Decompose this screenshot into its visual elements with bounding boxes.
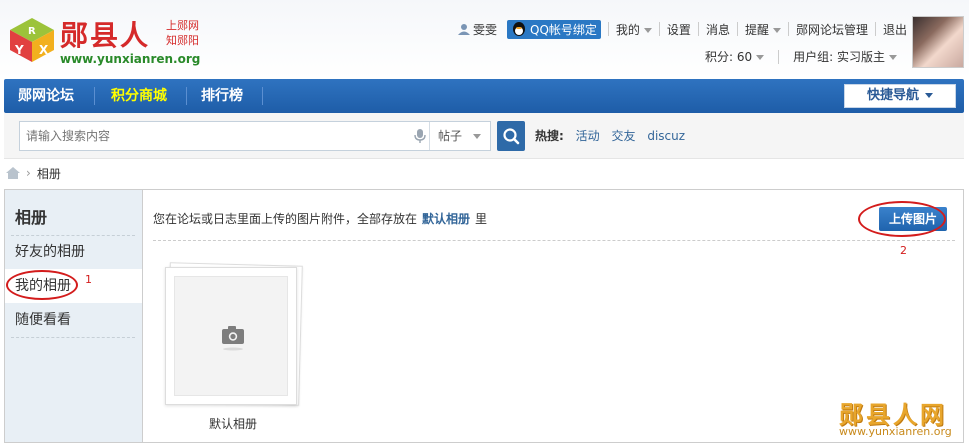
divider bbox=[607, 22, 609, 36]
home-icon[interactable] bbox=[6, 167, 20, 179]
user-group-label: 用户组: 实习版主 bbox=[793, 50, 885, 64]
search-bar: 帖子 热搜: 活动 交友 discuz bbox=[4, 113, 964, 159]
remind-label: 提醒 bbox=[744, 22, 769, 37]
chevron-right-icon: › bbox=[26, 166, 31, 180]
user-toolbar: 雯雯 QQ帐号绑定 我的 设置 消息 提醒 郧网论坛管理 退出 bbox=[457, 18, 907, 40]
search-icon bbox=[503, 128, 520, 145]
logout-link[interactable]: 退出 bbox=[883, 21, 907, 38]
nav-item-forum[interactable]: 郧网论坛 bbox=[18, 79, 74, 113]
divider bbox=[153, 240, 955, 241]
logo-sub-line: 知郧阳 bbox=[166, 34, 199, 47]
chevron-down-icon bbox=[889, 55, 897, 60]
annotation-circle-my-albums bbox=[6, 270, 78, 300]
search-type-label: 帖子 bbox=[438, 129, 463, 143]
sidebar-item-friends-albums[interactable]: 好友的相册 bbox=[5, 235, 143, 269]
divider bbox=[874, 22, 876, 36]
sidebar-title: 相册 bbox=[15, 208, 48, 227]
logo-title: 郧县人 bbox=[60, 19, 151, 52]
user-stats: 积分: 60 用户组: 实习版主 bbox=[705, 48, 897, 65]
search-input[interactable] bbox=[26, 122, 406, 150]
annotation-circle-upload bbox=[858, 201, 946, 237]
quick-nav-label: 快捷导航 bbox=[866, 88, 919, 103]
messages-link[interactable]: 消息 bbox=[706, 21, 730, 38]
divider bbox=[658, 22, 660, 36]
username-link[interactable]: 雯雯 bbox=[473, 21, 497, 38]
quick-nav-button[interactable]: 快捷导航 bbox=[844, 84, 956, 108]
chevron-down-icon bbox=[756, 55, 765, 60]
logo-cube-icon: R Y X bbox=[10, 18, 54, 62]
divider bbox=[736, 22, 738, 36]
my-menu-label: 我的 bbox=[615, 22, 640, 37]
default-album-link[interactable]: 默认相册 bbox=[422, 212, 470, 226]
divider bbox=[778, 49, 780, 64]
hot-search-item[interactable]: discuz bbox=[647, 129, 685, 143]
qq-bind-button[interactable]: QQ帐号绑定 bbox=[507, 19, 601, 39]
logo-subtitle: 上郧网 知郧阳 bbox=[166, 18, 199, 48]
logo-sub-line: 上郧网 bbox=[166, 19, 199, 32]
logo-cube-letter: R bbox=[28, 26, 36, 37]
main-nav: 郧网论坛 积分商城 排行榜 快捷导航 bbox=[4, 79, 964, 113]
logo-url: www.yunxianren.org bbox=[60, 52, 201, 66]
chevron-down-icon bbox=[473, 134, 481, 139]
divider bbox=[787, 22, 789, 36]
search-box: 帖子 bbox=[19, 121, 491, 151]
points-label: 积分: 60 bbox=[705, 50, 753, 64]
settings-link[interactable]: 设置 bbox=[667, 21, 691, 38]
watermark: 郧县人网 www.yunxianren.org bbox=[835, 395, 965, 441]
site-header: R Y X 郧县人 上郧网 知郧阳 www.yunxianren.org 雯雯 … bbox=[0, 0, 969, 78]
camera-icon bbox=[222, 326, 244, 351]
user-group-menu[interactable]: 用户组: 实习版主 bbox=[793, 48, 897, 65]
album-card[interactable] bbox=[165, 262, 303, 408]
forum-admin-link[interactable]: 郧网论坛管理 bbox=[796, 21, 868, 38]
user-icon bbox=[457, 24, 470, 35]
annotation-number: 2 bbox=[900, 244, 907, 257]
sidebar-item-browse[interactable]: 随便看看 bbox=[5, 303, 143, 337]
album-sidebar: 相册 好友的相册 我的相册 随便看看 bbox=[4, 189, 144, 443]
album-name[interactable]: 默认相册 bbox=[165, 415, 301, 432]
annotation-number: 1 bbox=[85, 273, 92, 286]
avatar[interactable] bbox=[912, 16, 964, 68]
hot-search-item[interactable]: 交友 bbox=[611, 129, 635, 143]
nav-item-ranking[interactable]: 排行榜 bbox=[201, 79, 243, 113]
info-suffix: 里 bbox=[475, 212, 488, 226]
search-type-select[interactable]: 帖子 bbox=[429, 122, 491, 150]
breadcrumb: › 相册 bbox=[6, 163, 61, 183]
nav-divider bbox=[262, 87, 263, 105]
my-menu[interactable]: 我的 bbox=[616, 21, 652, 38]
search-button[interactable] bbox=[497, 121, 525, 151]
breadcrumb-current: 相册 bbox=[36, 166, 61, 181]
watermark-url: www.yunxianren.org bbox=[839, 425, 952, 438]
divider bbox=[11, 337, 135, 338]
album-cover bbox=[174, 276, 288, 396]
remind-menu[interactable]: 提醒 bbox=[745, 21, 781, 38]
hot-search: 热搜: 活动 交友 discuz bbox=[535, 126, 693, 146]
hot-search-item[interactable]: 活动 bbox=[576, 129, 600, 143]
nav-divider bbox=[94, 87, 95, 105]
hot-search-label: 热搜: bbox=[535, 129, 564, 143]
nav-item-points-mall[interactable]: 积分商城 bbox=[111, 79, 167, 113]
info-prefix: 您在论坛或日志里面上传的图片附件，全部存放在 bbox=[153, 212, 418, 226]
album-info-text: 您在论坛或日志里面上传的图片附件，全部存放在 默认相册里 bbox=[153, 210, 487, 227]
qq-penguin-icon bbox=[513, 22, 525, 36]
points-menu[interactable]: 积分: 60 bbox=[705, 48, 765, 65]
logo-cube-letter: X bbox=[39, 43, 49, 57]
chevron-down-icon bbox=[925, 93, 933, 98]
chevron-down-icon bbox=[772, 27, 781, 33]
divider bbox=[697, 22, 699, 36]
logo-cube-letter: Y bbox=[14, 43, 24, 57]
microphone-icon[interactable] bbox=[414, 129, 426, 143]
chevron-down-icon bbox=[643, 27, 652, 33]
nav-divider bbox=[186, 87, 187, 105]
site-logo[interactable]: R Y X 郧县人 上郧网 知郧阳 www.yunxianren.org bbox=[8, 12, 218, 68]
album-card-front bbox=[165, 267, 297, 405]
qq-bind-label: QQ帐号绑定 bbox=[530, 22, 597, 37]
